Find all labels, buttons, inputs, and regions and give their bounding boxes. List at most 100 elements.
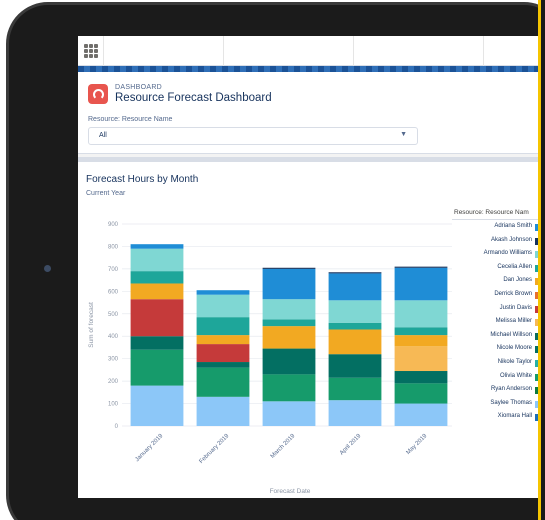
y-tick-label: 200 [108,379,119,385]
bar-segment[interactable] [394,403,448,426]
bar-segment[interactable] [262,268,316,300]
legend-item[interactable]: Dan Jones [455,276,539,287]
bar-segment[interactable] [130,349,184,386]
y-axis-label: Sum of forecast [88,302,95,348]
page-title: Resource Forecast Dashboard [115,92,272,104]
bar-segment[interactable] [394,327,448,336]
tablet-bezel-edge [541,0,545,520]
legend-item[interactable]: Justin Davis [455,304,539,315]
y-tick-label: 800 [108,244,119,250]
legend-item-label: Nikole Taylor [497,359,532,365]
dashboard-eyebrow: DASHBOARD [115,84,163,91]
global-header [78,36,545,66]
y-tick-label: 400 [108,334,119,340]
x-tick-label: March 2019 [270,433,297,460]
bar-segment[interactable] [130,299,184,337]
bar-segment[interactable] [328,354,382,378]
legend-item[interactable]: Adriana Smith [455,222,539,233]
legend-item-label: Ryan Anderson [490,386,532,393]
legend-item-label: Olivia White [499,372,532,379]
bar-segment[interactable] [328,400,382,426]
legend-item-label: Xiomara Hall [497,413,532,420]
header-cell [78,36,104,66]
legend-item-label: Akash Johnson [490,236,532,243]
y-tick-label: 600 [108,289,119,295]
legend-item-label: Michael Willson [490,331,532,338]
bar-segment[interactable] [196,344,250,363]
camera-lens-icon [44,265,51,272]
legend-item-label: Armando Williams [483,250,532,257]
bar-segment[interactable] [328,272,382,274]
legend-item[interactable]: Olivia White [455,372,539,383]
bar-segment[interactable] [394,383,448,404]
filter-value: All [99,132,107,139]
resource-filter-select[interactable]: All ▼ [88,127,418,145]
legend-item-label: Derrick Brown [494,291,532,297]
legend-divider [452,219,545,220]
bar-segment[interactable] [196,290,250,295]
bar-segment[interactable] [130,248,184,272]
legend-item[interactable]: Akash Johnson [455,236,539,247]
legend-item-label: Dan Jones [503,277,532,284]
bar-segment[interactable] [130,244,184,249]
bar-segment[interactable] [196,294,250,318]
bar-segment[interactable] [394,371,448,384]
bar-segment[interactable] [328,300,382,323]
bar-segment[interactable] [262,319,316,327]
bar-segment[interactable] [262,299,316,320]
bar-segment[interactable] [328,273,382,301]
legend-item[interactable]: Nikole Taylor [455,358,539,369]
chevron-down-icon: ▼ [400,131,407,138]
y-tick-label: 300 [108,357,119,363]
bar-segment[interactable] [262,267,316,269]
bar-segment[interactable] [394,266,448,268]
bar-segment[interactable] [328,329,382,355]
legend-item[interactable]: Michael Willson [455,331,539,342]
bar-segment[interactable] [130,385,184,426]
stacked-bar-chart: 0 100 200 300 400 500 600 700 800 900 Sum of forec… [88,222,452,495]
bar-segment[interactable] [262,401,316,426]
x-tick-label: May 2019 [406,433,429,456]
legend-item[interactable]: Derrick Brown [455,290,539,301]
bar-segment[interactable] [262,374,316,402]
legend-item[interactable]: Cecelia Allen [455,263,539,274]
bar-segment[interactable] [262,326,316,349]
y-tick-label: 900 [108,222,119,228]
chart-subtitle: Current Year [86,190,126,197]
x-tick-label: April 2019 [339,433,363,457]
bar-segment[interactable] [130,271,184,284]
legend-item-label: Adriana Smith [494,223,532,229]
legend-item-label: Saylee Thomas [490,399,532,406]
bar-segment[interactable] [262,348,316,375]
bar-segment[interactable] [328,377,382,401]
chart-title: Forecast Hours by Month [86,174,199,185]
legend-item[interactable]: Armando Williams [455,249,539,260]
legend-title: Resource: Resource Nam [454,209,529,216]
dashboard-icon [88,84,108,104]
bar-segment[interactable] [130,336,184,350]
legend-item[interactable]: Xiomara Hall [455,412,539,423]
legend-item[interactable]: Nicole Moore [455,344,539,355]
bar-segment[interactable] [328,322,382,330]
bar-segment[interactable] [196,396,250,426]
y-tick-label: 700 [108,267,119,273]
x-axis-label: Forecast Date [270,488,311,495]
legend-item-label: Cecelia Allen [497,263,532,270]
bar-segment[interactable] [394,300,448,328]
bar-segment[interactable] [394,335,448,347]
header-cell [354,36,484,66]
bar-segment[interactable] [196,362,250,368]
bar-segment[interactable] [394,267,448,301]
bar-segment[interactable] [394,346,448,372]
bar-segment[interactable] [196,367,250,397]
bar-segment[interactable] [196,317,250,336]
legend-item-label: Justin Davis [499,304,532,311]
header-cell [224,36,354,66]
header-cell [104,36,224,66]
legend-item[interactable]: Ryan Anderson [455,385,539,396]
y-tick-label: 100 [108,402,119,408]
bar-segment[interactable] [130,283,184,300]
legend-item[interactable]: Melissa Miller [455,317,539,328]
legend-item[interactable]: Saylee Thomas [455,399,539,410]
bar-segment[interactable] [196,335,250,345]
